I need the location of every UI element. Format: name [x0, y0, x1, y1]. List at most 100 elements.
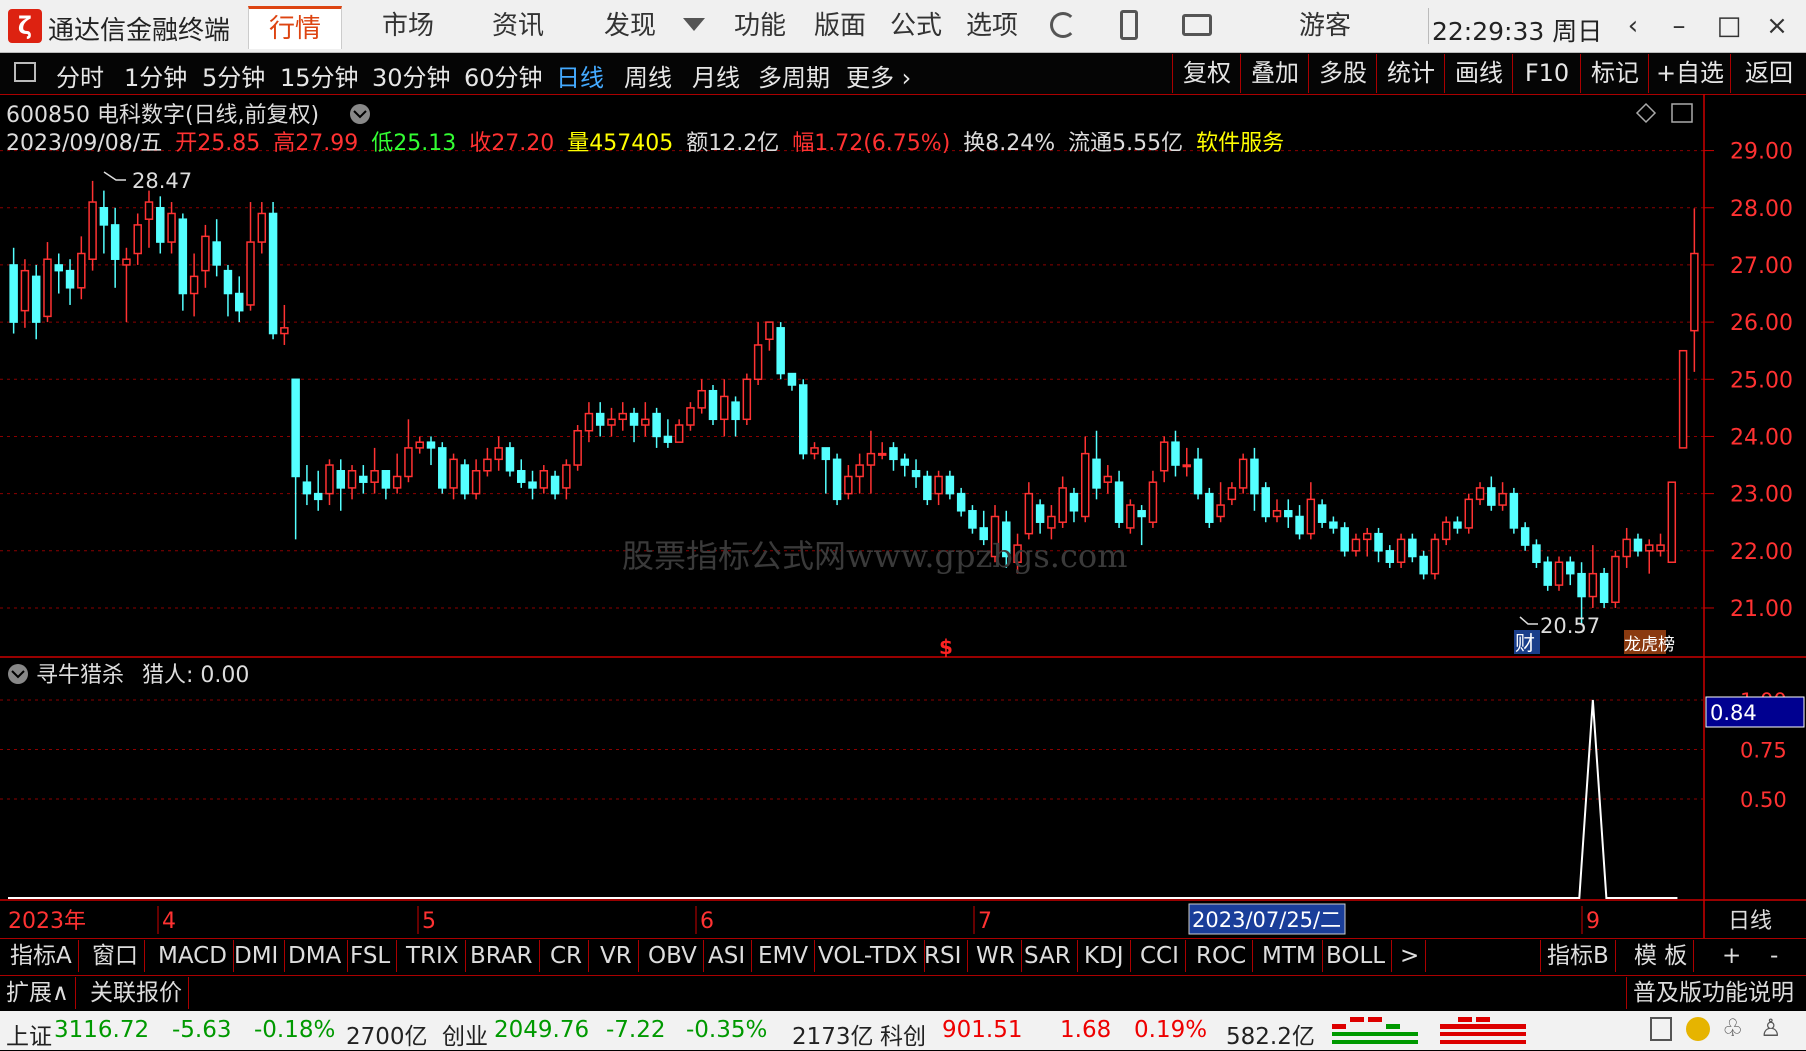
- kline-chart[interactable]: 29.00 28.00 27.00 26.00 25.00 24.00 23.00 22.00…: [0, 94, 1806, 938]
- refresh-icon[interactable]: [1050, 12, 1076, 38]
- close-icon[interactable]: ×: [1756, 8, 1798, 44]
- candle: [1126, 504, 1135, 529]
- indicator-tab-7[interactable]: BRAR: [464, 940, 540, 972]
- indicator-tab-10[interactable]: OBV: [642, 940, 704, 972]
- candle: [77, 252, 86, 289]
- candle: [1329, 521, 1338, 529]
- candle: [268, 212, 278, 335]
- tool-fuquan[interactable]: 复权: [1172, 54, 1241, 93]
- period-1min[interactable]: 1分钟: [124, 58, 187, 93]
- tab-shichang[interactable]: 市场: [368, 6, 448, 46]
- tool-huaxian[interactable]: 画线: [1444, 54, 1513, 93]
- indicator-tab-15[interactable]: WR: [970, 940, 1022, 972]
- candle: [43, 258, 52, 318]
- candle: [663, 435, 673, 443]
- indicator-tab-22[interactable]: >: [1394, 940, 1427, 972]
- price-tick-label: 29.00: [1730, 140, 1793, 165]
- template-button[interactable]: 模 板: [1628, 940, 1695, 972]
- period-weekly[interactable]: 周线: [624, 58, 672, 93]
- layout-icon: [1671, 103, 1693, 123]
- price-tick-label: 26.00: [1730, 311, 1793, 336]
- nav-dropdown-icon[interactable]: [683, 18, 705, 31]
- period-5min[interactable]: 5分钟: [202, 58, 265, 93]
- candle: [31, 275, 41, 323]
- candle: [189, 275, 199, 295]
- tool-diejia[interactable]: 叠加: [1240, 54, 1309, 93]
- tool-f10[interactable]: F10: [1512, 54, 1581, 93]
- user-label[interactable]: 游客: [1280, 6, 1370, 46]
- indicator-menu-icon: [8, 664, 28, 684]
- cy-label[interactable]: 创业: [442, 1017, 488, 1051]
- zoom-in-button[interactable]: +: [1716, 940, 1747, 972]
- minimize-icon[interactable]: –: [1658, 8, 1700, 44]
- indicator-tab-8[interactable]: CR: [544, 940, 590, 972]
- indicator-tab-5[interactable]: FSL: [344, 940, 398, 972]
- period-daily[interactable]: 日线: [556, 58, 604, 93]
- indicator-tab-17[interactable]: KDJ: [1078, 940, 1131, 972]
- indicator-tab-14[interactable]: RSI: [918, 940, 969, 972]
- indicator-tab-9[interactable]: VR: [594, 940, 639, 972]
- back-arrow-icon[interactable]: ‹: [1612, 8, 1654, 44]
- message-icon[interactable]: [1182, 14, 1212, 36]
- tab-zixun[interactable]: 资讯: [478, 6, 558, 46]
- tool-tongji[interactable]: 统计: [1376, 54, 1445, 93]
- indicator-tick-label: 0.50: [1740, 788, 1787, 812]
- period-multi[interactable]: 多周期: [758, 58, 830, 93]
- indicator-tab-3[interactable]: DMI: [228, 940, 286, 972]
- tool-fanhui[interactable]: 返回: [1730, 54, 1806, 93]
- indicator-tab-0[interactable]: 指标A: [4, 940, 79, 972]
- tool-biaoji[interactable]: 标记: [1580, 54, 1649, 93]
- period-60min[interactable]: 60分钟: [464, 58, 543, 93]
- indicator-tab-21[interactable]: BOLL: [1320, 940, 1393, 972]
- person-icon[interactable]: ♙: [1760, 1014, 1782, 1042]
- indicator-tab-1[interactable]: 窗口: [86, 940, 145, 972]
- tab-banmian[interactable]: 版面: [800, 6, 880, 46]
- candle: [562, 464, 571, 489]
- chevron-down-icon: [350, 104, 370, 124]
- coin-icon[interactable]: [1686, 1017, 1710, 1041]
- tool-duogu[interactable]: 多股: [1308, 54, 1377, 93]
- zoom-out-button[interactable]: -: [1764, 940, 1784, 972]
- candle: [246, 241, 255, 306]
- period-15min[interactable]: 15分钟: [280, 58, 359, 93]
- indicator-tab-4[interactable]: DMA: [282, 940, 349, 972]
- panel-toggle-icon[interactable]: [14, 62, 36, 82]
- indicator-tab-6[interactable]: TRIX: [400, 940, 466, 972]
- indicator-b-button[interactable]: 指标B: [1540, 940, 1616, 972]
- candle: [1441, 521, 1451, 541]
- phone-icon[interactable]: [1120, 10, 1138, 40]
- period-more[interactable]: 更多 ›: [846, 58, 911, 93]
- period-30min[interactable]: 30分钟: [372, 58, 451, 93]
- tab-gongshi[interactable]: 公式: [876, 6, 956, 46]
- tab-hangqing[interactable]: 行情: [248, 6, 342, 49]
- period-fenshi[interactable]: 分时: [56, 58, 104, 93]
- market-breadth-icon[interactable]: [1328, 1015, 1538, 1047]
- list-icon[interactable]: [1650, 1017, 1672, 1041]
- tree-icon[interactable]: ♧: [1722, 1014, 1744, 1042]
- maximize-icon[interactable]: □: [1708, 8, 1750, 44]
- related-quotes-button[interactable]: 关联报价: [84, 977, 189, 1009]
- indicator-tab-19[interactable]: ROC: [1190, 940, 1254, 972]
- candle: [1611, 555, 1620, 604]
- indicator-tab-18[interactable]: CCI: [1134, 940, 1186, 972]
- indicator-tab-20[interactable]: MTM: [1256, 940, 1323, 972]
- indicator-tab-2[interactable]: MACD: [152, 940, 234, 972]
- indicator-tab-13[interactable]: VOL-TDX: [812, 940, 925, 972]
- candle: [1024, 492, 1034, 535]
- candle: [1396, 538, 1406, 563]
- candle: [426, 441, 436, 449]
- indicator-tab-11[interactable]: ASI: [702, 940, 753, 972]
- help-link[interactable]: 普及版功能说明: [1626, 977, 1800, 1009]
- kc-label[interactable]: 科创: [880, 1017, 926, 1051]
- period-monthly[interactable]: 月线: [692, 58, 740, 93]
- tab-faxian[interactable]: 发现: [590, 6, 670, 46]
- sh-label[interactable]: 上证: [6, 1017, 52, 1051]
- candle: [370, 470, 379, 483]
- price-tick-label: 23.00: [1730, 483, 1793, 508]
- tab-xuanxiang[interactable]: 选项: [952, 6, 1032, 46]
- indicator-tab-12[interactable]: EMV: [752, 940, 816, 972]
- expand-button[interactable]: 扩展∧: [0, 977, 76, 1009]
- indicator-tab-16[interactable]: SAR: [1018, 940, 1078, 972]
- tab-gongneng[interactable]: 功能: [720, 6, 800, 46]
- tool-zixuan[interactable]: +自选: [1648, 54, 1731, 93]
